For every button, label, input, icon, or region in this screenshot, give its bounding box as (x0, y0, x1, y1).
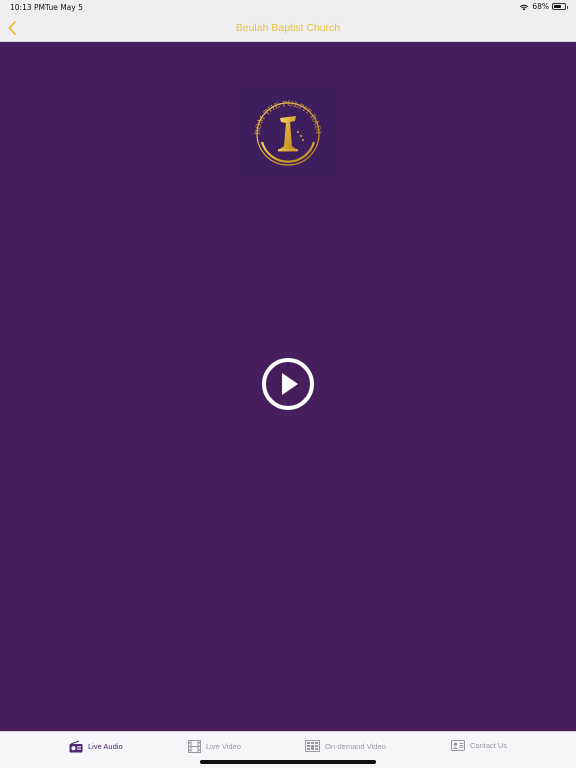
tab-label: Live Video (206, 742, 241, 751)
wifi-icon (520, 4, 529, 10)
play-icon (282, 373, 298, 395)
tab-live-audio[interactable]: Live Audio (69, 740, 123, 753)
player-view: FROM THE PULPIT RADIO (0, 42, 576, 732)
status-right: 68% (519, 2, 568, 11)
tab-label: Contact Us (470, 741, 508, 750)
play-button[interactable] (261, 357, 315, 411)
tab-label: Live Audio (88, 742, 123, 751)
pulpit-logo: FROM THE PULPIT RADIO (237, 81, 336, 176)
film-icon (188, 740, 201, 753)
status-bar: 10:13 PM Tue May 5 68% (0, 0, 576, 14)
tab-label: On-demand Video (325, 741, 386, 751)
video-grid-icon (305, 740, 320, 752)
tab-contact-us[interactable]: Contact Us (451, 740, 507, 751)
status-date: Tue May 5 (45, 3, 83, 12)
status-time: 10:13 PM (10, 3, 45, 12)
tab-live-video[interactable]: Live Video (188, 740, 241, 753)
radio-icon (69, 740, 83, 753)
page-title: Beulah Baptist Church (235, 22, 341, 34)
logo-text: FROM THE PULPIT RADIO (240, 88, 323, 135)
navigation-bar: Beulah Baptist Church (0, 14, 576, 42)
battery-icon (552, 3, 568, 10)
home-indicator[interactable] (200, 760, 376, 764)
contact-card-icon (451, 740, 465, 751)
battery-percent: 68% (532, 2, 549, 11)
tab-on-demand-video[interactable]: On-demand Video (305, 740, 386, 752)
